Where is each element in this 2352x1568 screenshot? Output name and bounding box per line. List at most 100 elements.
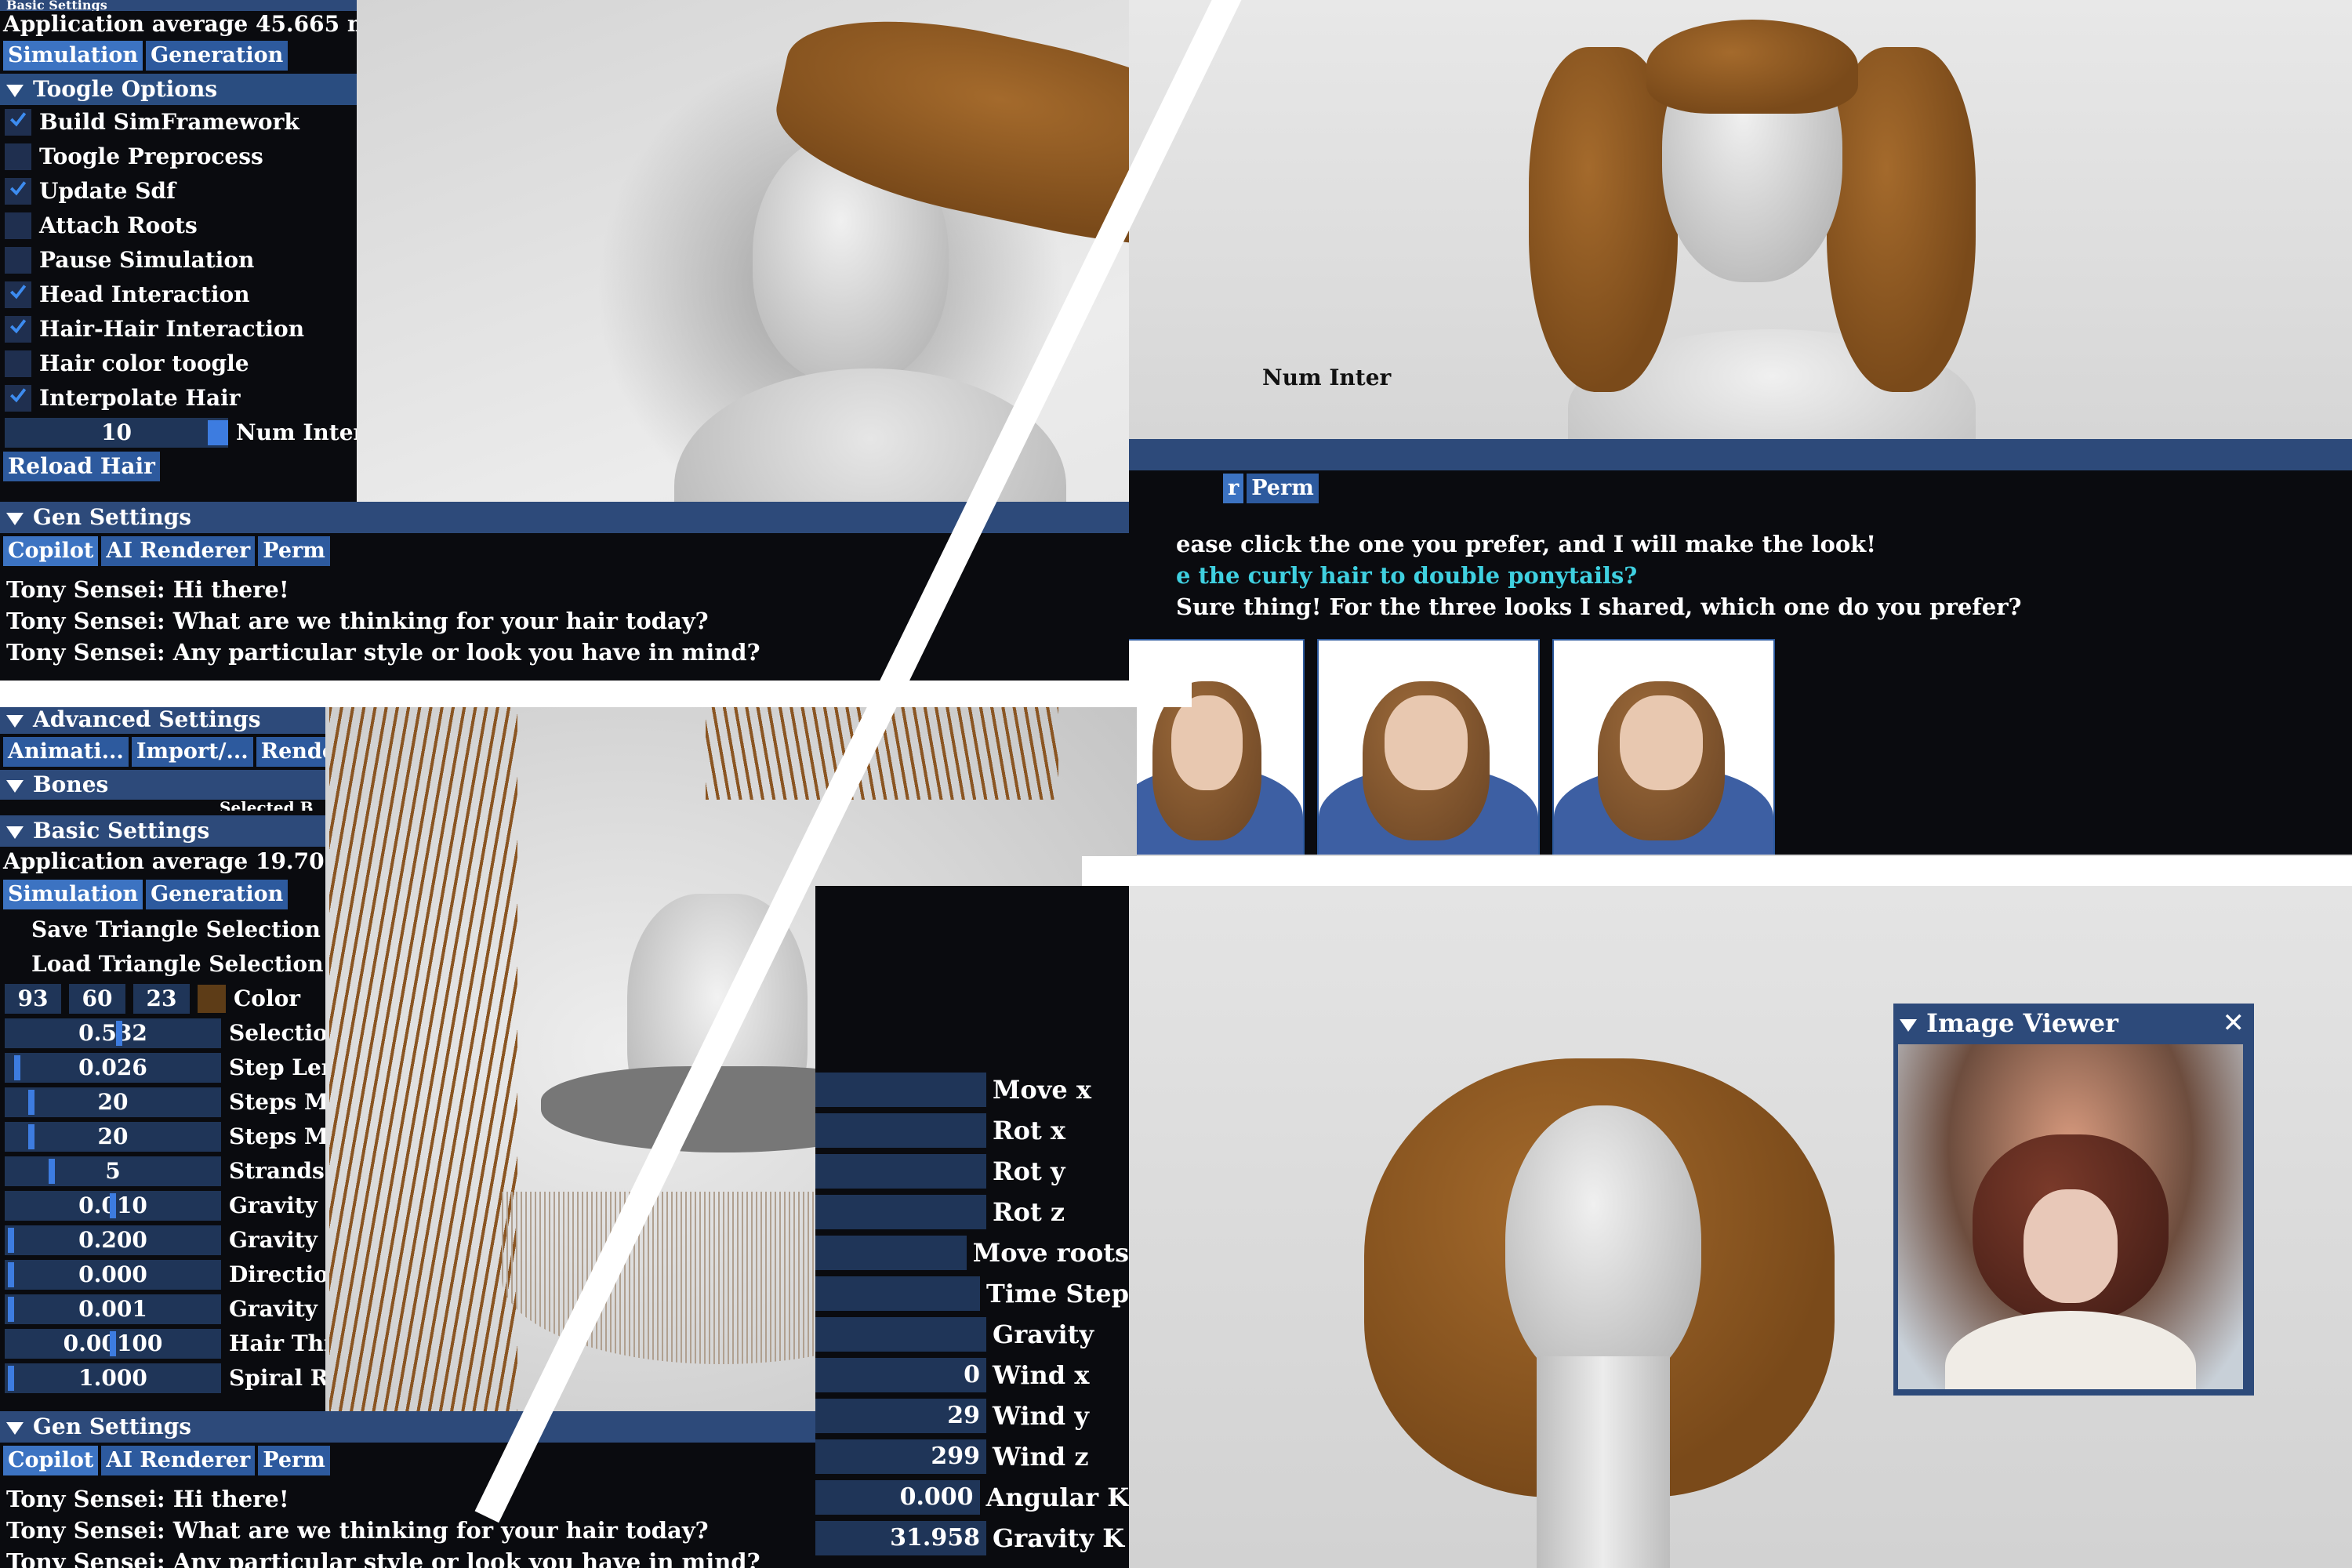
param-slider[interactable]: 0.001 xyxy=(5,1294,221,1324)
slider-grab[interactable] xyxy=(49,1159,55,1184)
param-slider[interactable] xyxy=(815,1276,981,1311)
tab-rendering[interactable]: Renderi... xyxy=(256,737,325,767)
slider-label: Strands P xyxy=(229,1158,325,1184)
load-triangle-selection-button[interactable]: Load Triangle Selection xyxy=(31,947,323,982)
toggle-row[interactable]: Toogle Preprocess xyxy=(0,140,357,174)
reload-hair-button[interactable]: Reload Hair xyxy=(3,452,160,481)
toggle-row[interactable]: Update Sdf xyxy=(0,174,357,209)
slider-grab[interactable] xyxy=(110,1331,116,1356)
checkbox[interactable] xyxy=(5,281,31,308)
param-slider[interactable]: 299 xyxy=(815,1439,986,1474)
save-triangle-selection-button[interactable]: Save Triangle Selection xyxy=(31,913,321,947)
param-slider[interactable]: 0.010 xyxy=(5,1191,221,1221)
param-slider[interactable] xyxy=(815,1154,986,1189)
tab-ai-renderer[interactable]: AI Renderer xyxy=(101,1446,256,1475)
param-slider[interactable]: 0.00100 xyxy=(5,1329,221,1359)
param-slider[interactable]: 29 xyxy=(815,1399,986,1433)
slider-grab[interactable] xyxy=(110,1193,116,1218)
color-g-input[interactable]: 60 xyxy=(69,984,125,1014)
close-icon[interactable]: ✕ xyxy=(2223,1004,2245,1043)
tab-generation[interactable]: Generation xyxy=(146,880,289,909)
tab-perm[interactable]: Perm xyxy=(258,1446,330,1475)
param-slider[interactable]: 20 xyxy=(5,1087,221,1117)
toggle-row[interactable]: Pause Simulation xyxy=(0,243,357,278)
tab-ai-renderer-partial[interactable]: r xyxy=(1223,474,1244,503)
suggestion-thumbnail-2[interactable] xyxy=(1317,639,1540,855)
param-slider[interactable] xyxy=(815,1113,986,1148)
slider-grab[interactable] xyxy=(8,1297,14,1322)
param-slider[interactable]: 0.532 xyxy=(5,1018,221,1048)
slider-grab[interactable] xyxy=(8,1366,14,1391)
checkbox[interactable] xyxy=(5,385,31,412)
slider-row: 0.010 Gravity In xyxy=(0,1189,325,1223)
tab-perm[interactable]: Perm xyxy=(1247,474,1319,503)
param-slider[interactable]: 31.958 xyxy=(815,1521,986,1555)
color-b-input[interactable]: 23 xyxy=(133,984,190,1014)
param-slider[interactable]: 20 xyxy=(5,1122,221,1152)
tab-animation[interactable]: Animati... xyxy=(3,737,129,767)
num-inter-slider[interactable]: 10 xyxy=(5,418,228,448)
slider-value: 0.026 xyxy=(78,1054,147,1080)
slider-grab[interactable] xyxy=(28,1090,34,1115)
param-slider[interactable] xyxy=(815,1236,967,1270)
tab-copilot[interactable]: Copilot xyxy=(3,536,99,566)
gen-settings-header[interactable] xyxy=(1129,439,2352,470)
basic-settings-header[interactable]: Basic Settings xyxy=(0,815,325,847)
param-slider[interactable]: 5 xyxy=(5,1156,221,1186)
advanced-settings-header[interactable]: Advanced Settings xyxy=(0,706,325,734)
checkbox[interactable] xyxy=(5,316,31,343)
toggle-label: Toogle Preprocess xyxy=(39,143,263,169)
tab-copilot[interactable]: Copilot xyxy=(3,1446,99,1475)
image-viewer-window[interactable]: Image Viewer ✕ xyxy=(1893,1004,2254,1396)
slider-grab[interactable] xyxy=(8,1228,14,1253)
color-swatch[interactable] xyxy=(198,985,226,1013)
param-slider[interactable] xyxy=(815,1317,986,1352)
toggle-row[interactable]: Interpolate Hair xyxy=(0,381,357,416)
tab-simulation[interactable]: Simulation xyxy=(3,41,143,71)
tab-ai-renderer[interactable]: AI Renderer xyxy=(101,536,256,566)
checkbox[interactable] xyxy=(5,350,31,377)
check-icon xyxy=(8,312,28,347)
slider-label: Steps Max xyxy=(229,1123,325,1149)
basic-settings-header[interactable]: Basic Settings xyxy=(0,0,357,11)
checkbox[interactable] xyxy=(5,143,31,170)
checkbox[interactable] xyxy=(5,109,31,136)
tab-import[interactable]: Import/... xyxy=(131,737,253,767)
toggle-row[interactable]: Build SimFramework xyxy=(0,105,357,140)
checkbox[interactable] xyxy=(5,247,31,274)
toggle-row[interactable]: Head Interaction xyxy=(0,278,357,312)
checkbox[interactable] xyxy=(5,178,31,205)
color-r-input[interactable]: 93 xyxy=(5,984,61,1014)
bones-header[interactable]: Bones xyxy=(0,770,325,800)
slider-grab[interactable] xyxy=(116,1021,122,1046)
suggestion-thumbnail-3[interactable] xyxy=(1552,639,1775,855)
slider-grab[interactable] xyxy=(8,1262,14,1287)
suggestion-thumbnail-1[interactable] xyxy=(1129,639,1305,855)
param-slider[interactable]: 0.000 xyxy=(815,1480,980,1515)
param-slider[interactable]: 0.000 xyxy=(5,1260,221,1290)
tab-perm[interactable]: Perm xyxy=(258,536,330,566)
tab-generation[interactable]: Generation xyxy=(146,41,289,71)
param-slider[interactable]: 0.026 xyxy=(5,1053,221,1083)
checkbox[interactable] xyxy=(5,212,31,239)
toggle-row[interactable]: Attach Roots xyxy=(0,209,357,243)
toggle-row[interactable]: Hair-Hair Interaction xyxy=(0,312,357,347)
param-value: 29 xyxy=(947,1402,980,1429)
toggle-options-header[interactable]: Toogle Options xyxy=(0,74,357,105)
check-icon xyxy=(8,174,28,209)
slider-grab[interactable] xyxy=(208,420,228,445)
param-slider[interactable]: 1.000 xyxy=(5,1363,221,1393)
param-row: 0 Wind x xyxy=(815,1355,1129,1396)
slider-grab[interactable] xyxy=(28,1124,34,1149)
param-slider[interactable]: 0.200 xyxy=(5,1225,221,1255)
image-viewer-header[interactable]: Image Viewer ✕ xyxy=(1893,1004,2254,1043)
chat-log: ease click the one you prefer, and I wil… xyxy=(1129,506,2352,627)
slider-grab[interactable] xyxy=(14,1055,20,1080)
tab-simulation[interactable]: Simulation xyxy=(3,880,143,909)
param-slider[interactable] xyxy=(815,1195,986,1229)
viewport-3d-top-right[interactable]: Num Inter xyxy=(1129,0,2352,439)
param-slider[interactable]: 0 xyxy=(815,1358,986,1392)
toggle-row[interactable]: Hair color toogle xyxy=(0,347,357,381)
gen-settings-header[interactable]: Gen Settings xyxy=(0,1411,862,1443)
param-slider[interactable] xyxy=(815,1073,986,1107)
